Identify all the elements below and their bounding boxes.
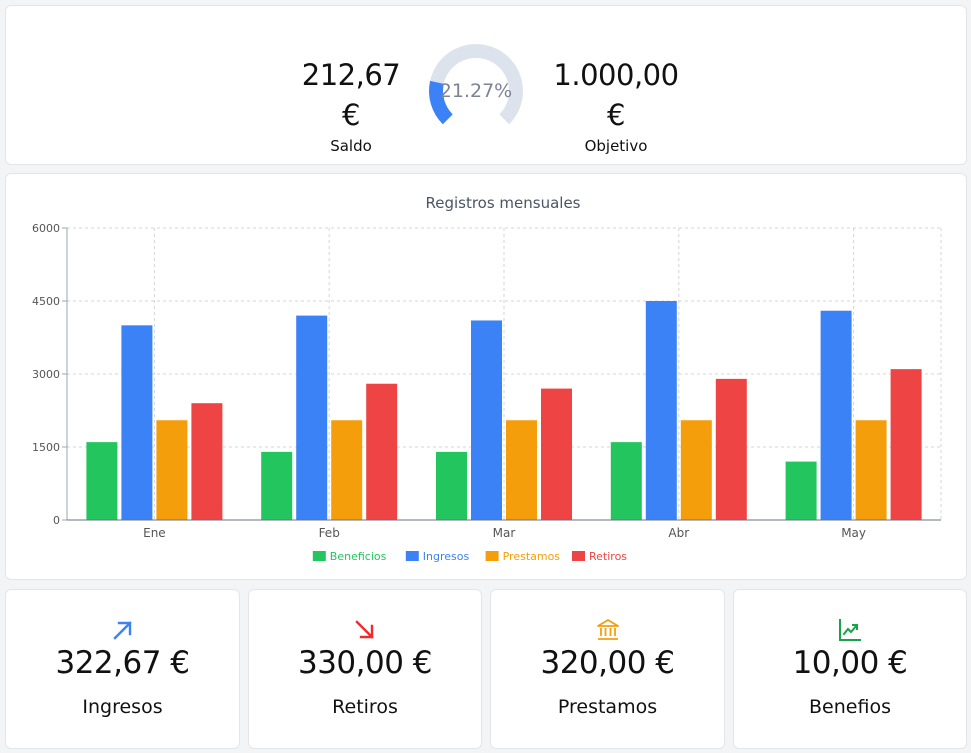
bar-beneficios-abr[interactable] <box>610 442 642 520</box>
bar-prestamos-abr[interactable] <box>680 420 712 520</box>
bar-ingresos-feb[interactable] <box>296 315 328 520</box>
legend-swatch-ingresos[interactable] <box>405 551 419 561</box>
x-tick-label: Mar <box>493 526 516 540</box>
arrow-up-right-icon <box>112 621 132 640</box>
objetivo-value: 1.000,00 € <box>553 58 679 132</box>
y-tick-label: 1500 <box>32 441 60 454</box>
summary-card: 212,67 € Saldo 21.27% 1.000,00 € Objetiv… <box>5 5 967 165</box>
stat-value: 330,00 € <box>297 645 433 681</box>
bar-retiros-mar[interactable] <box>541 388 572 520</box>
bank-icon <box>596 619 619 640</box>
chart-trending-up-icon <box>839 619 861 641</box>
objetivo-block: 1.000,00 € Objetivo <box>541 55 691 157</box>
monthly-bar-chart: Registros mensuales 0 1500 3000 4500 6000 Ene… <box>32 194 942 563</box>
bar-ingresos-ene[interactable] <box>121 325 153 520</box>
bar-beneficios-feb[interactable] <box>261 451 293 520</box>
stat-card-prestamos: 320,00 € Prestamos <box>490 589 725 749</box>
y-tick-label: 6000 <box>32 222 60 235</box>
bar-ingresos-mar[interactable] <box>471 320 502 520</box>
legend-swatch-retiros[interactable] <box>572 551 585 561</box>
saldo-value: 212,67 € <box>301 58 401 132</box>
objetivo-label: Objetivo <box>584 137 648 155</box>
y-tick-label: 4500 <box>32 295 60 308</box>
bar-beneficios-may[interactable] <box>785 461 817 520</box>
y-tick-label: 3000 <box>32 368 60 381</box>
bar-retiros-ene[interactable] <box>191 403 223 520</box>
arrow-down-right-icon <box>355 620 374 639</box>
bar-prestamos-ene[interactable] <box>156 420 188 520</box>
x-tick-label: Abr <box>668 526 689 540</box>
progress-percent: 21.27% <box>440 80 512 102</box>
legend[interactable]: Beneficios Ingresos Prestamos Retiros <box>312 550 627 563</box>
stat-value: 322,67 € <box>55 645 190 681</box>
bar-ingresos-abr[interactable] <box>645 301 677 520</box>
stat-label: Prestamos <box>557 696 658 718</box>
legend-label-ingresos[interactable]: Ingresos <box>423 550 470 563</box>
y-tick-label: 0 <box>53 514 60 527</box>
legend-swatch-beneficios[interactable] <box>312 551 326 561</box>
x-tick-label: May <box>841 526 866 540</box>
bar-retiros-may[interactable] <box>890 369 922 520</box>
saldo-label: Saldo <box>330 137 372 155</box>
stat-card-ingresos: 322,67 € Ingresos <box>5 589 240 749</box>
legend-label-retiros[interactable]: Retiros <box>589 550 627 563</box>
chart-card: Registros mensuales 0 1500 3000 4500 6000 Ene… <box>5 173 967 580</box>
x-tick-label: Ene <box>143 526 166 540</box>
bar-beneficios-ene[interactable] <box>86 442 118 520</box>
stat-card-retiros: 330,00 € Retiros <box>248 589 482 749</box>
bar-retiros-abr[interactable] <box>715 378 747 520</box>
stat-value: 10,00 € <box>792 645 908 681</box>
bar-ingresos-may[interactable] <box>820 310 852 520</box>
stat-label: Retiros <box>332 696 398 718</box>
chart-title: Registros mensuales <box>425 194 580 212</box>
legend-label-prestamos[interactable]: Prestamos <box>503 550 561 563</box>
saldo-block: 212,67 € Saldo <box>291 55 411 157</box>
legend-swatch-prestamos[interactable] <box>485 551 499 561</box>
bar-prestamos-feb[interactable] <box>331 420 363 520</box>
x-tick-label: Feb <box>319 526 340 540</box>
bar-beneficios-mar[interactable] <box>436 451 467 520</box>
bar-retiros-feb[interactable] <box>366 383 398 520</box>
stat-card-benefios: 10,00 € Benefios <box>733 589 967 749</box>
bar-prestamos-may[interactable] <box>855 420 887 520</box>
legend-label-beneficios[interactable]: Beneficios <box>330 550 387 563</box>
stat-label: Benefios <box>809 696 891 718</box>
stat-label: Ingresos <box>82 696 163 718</box>
stat-value: 320,00 € <box>540 645 675 681</box>
bar-prestamos-mar[interactable] <box>506 420 537 520</box>
progress-gauge: 21.27% <box>429 44 523 125</box>
